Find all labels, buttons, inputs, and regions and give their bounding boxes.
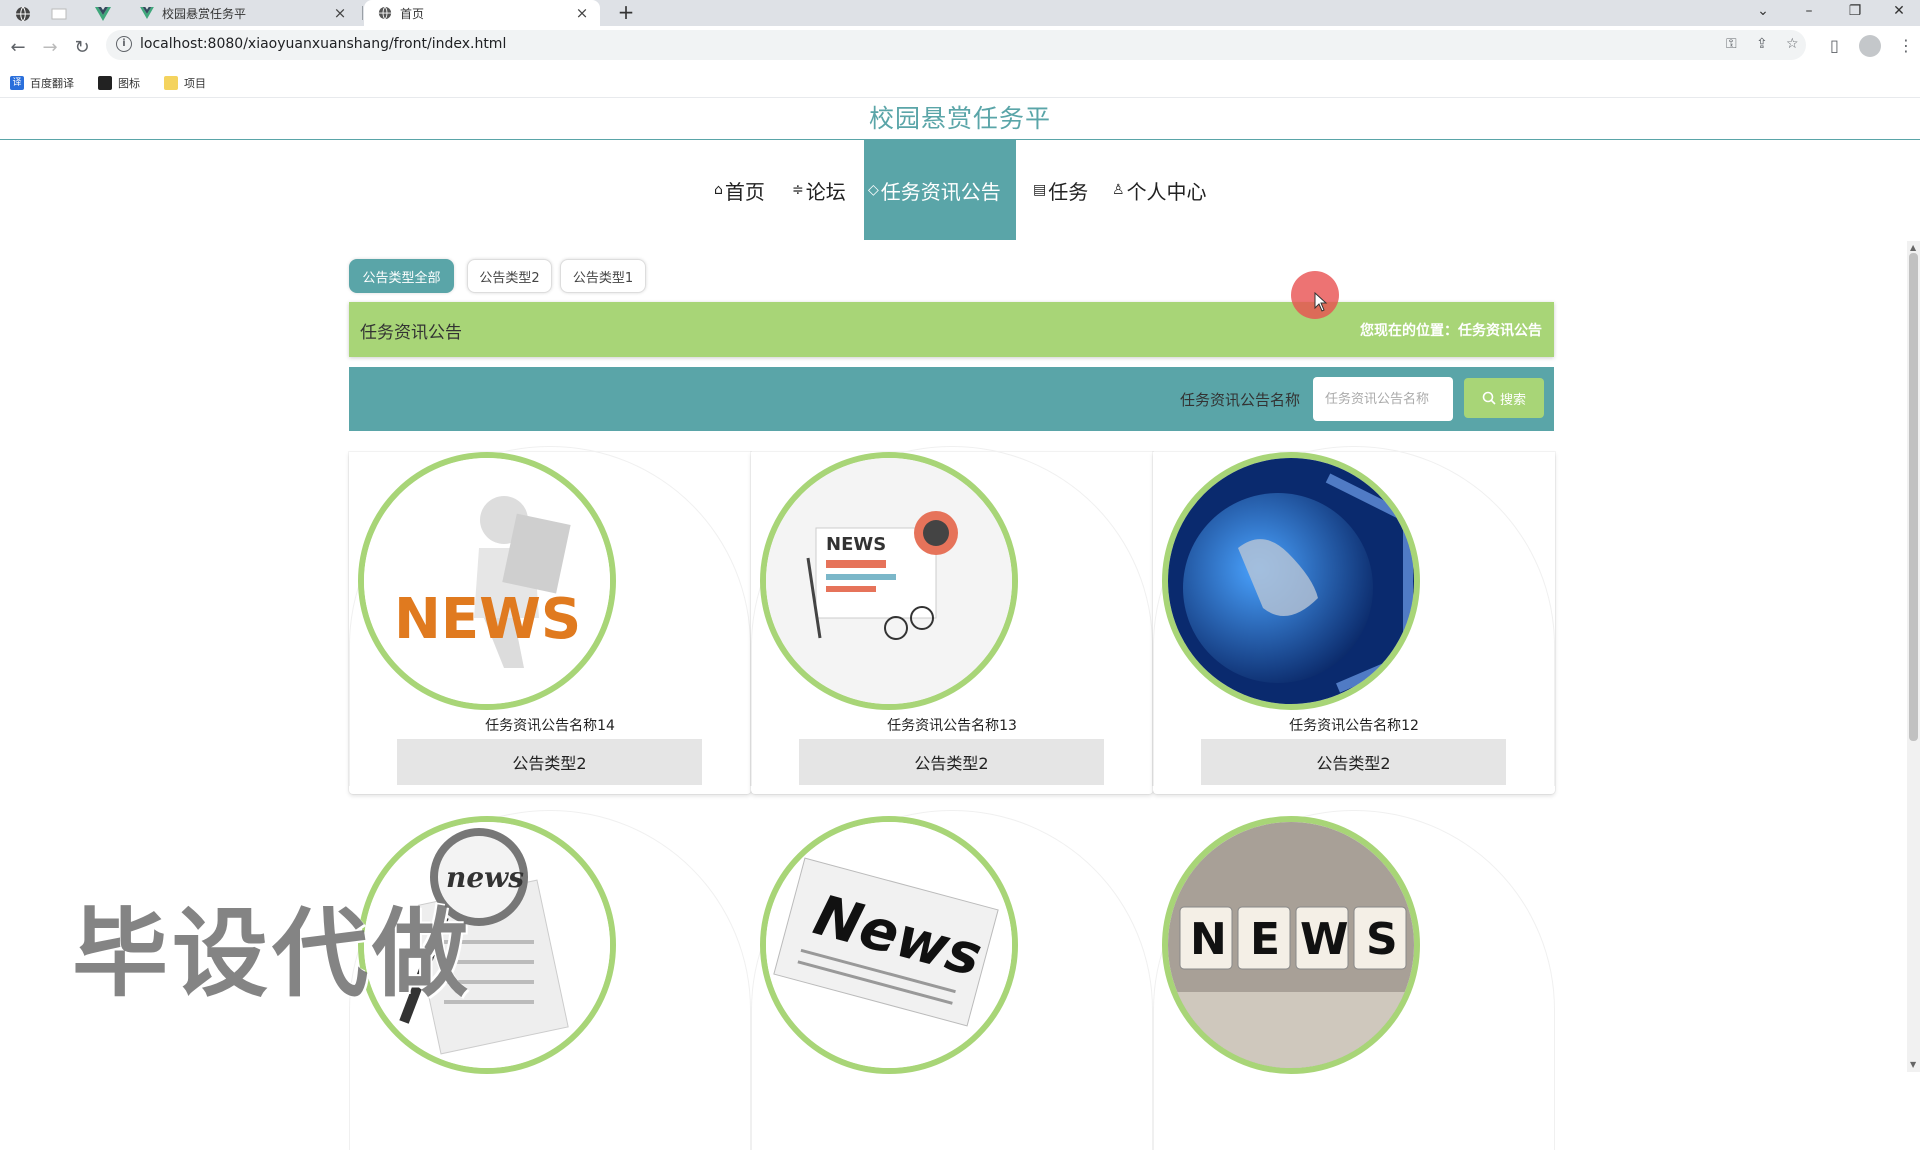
card-name: 任务资讯公告名称14 [485, 718, 615, 734]
filter-type2[interactable]: 公告类型2 [467, 259, 552, 293]
card-name: 任务资讯公告名称12 [1289, 718, 1419, 734]
reload-icon[interactable]: ↻ [68, 34, 96, 62]
profile-avatar[interactable] [1859, 35, 1881, 57]
main-nav: ⌂ 首页 ≑ 论坛 ◇ 任务资讯公告 ▤ 任务 ♙ 个人中心 [0, 140, 1920, 240]
news-reader-image: NEWS [358, 452, 616, 710]
scroll-up-icon[interactable]: ▲ [1910, 243, 1916, 252]
site-header: 校园悬赏任务平 [0, 99, 1920, 140]
news-cubes-image: NEWS [1162, 816, 1420, 1074]
new-tab-button[interactable]: + [614, 1, 638, 25]
nav-label: 首页 [724, 179, 765, 204]
section-header: 任务资讯公告 您现在的位置：任务资讯公告 [349, 302, 1554, 357]
nav-label: 论坛 [805, 179, 846, 204]
user-icon: ♙ [1112, 182, 1125, 198]
tab-campus[interactable]: 校园悬赏任务平 × [126, 0, 358, 26]
tab-home[interactable]: 首页 × [364, 0, 600, 26]
globe-icon [378, 6, 392, 20]
search-bar: 任务资讯公告名称 搜索 [349, 367, 1554, 431]
close-icon[interactable]: × [574, 4, 590, 22]
image-icon [98, 76, 112, 90]
vue-icon [140, 7, 154, 19]
folder-icon [164, 76, 178, 90]
bookmark-label: 百度翻译 [30, 77, 74, 90]
card-type: 公告类型2 [1201, 739, 1506, 785]
menu-icon[interactable]: ⋮ [1898, 36, 1914, 55]
nav-item-forum[interactable]: ≑ 论坛 [788, 140, 850, 240]
page-scrollbar[interactable]: ▲ ▼ [1907, 241, 1920, 1072]
news-card[interactable]: NEWS 任务资讯公告名称14 公告类型2 [349, 446, 751, 794]
scroll-thumb[interactable] [1909, 253, 1918, 741]
nav-item-home[interactable]: ⌂ 首页 [710, 140, 769, 240]
site-title: 校园悬赏任务平 [868, 104, 1051, 133]
nav-label: 任务 [1048, 179, 1089, 204]
news-card[interactable]: News [751, 810, 1153, 1150]
nav-label: 个人中心 [1126, 179, 1207, 204]
close-icon[interactable]: × [332, 4, 348, 22]
news-card[interactable]: NEWS 任务资讯公告名称13 公告类型2 [751, 446, 1153, 794]
nav-item-announcements[interactable]: ◇ 任务资讯公告 [864, 140, 1016, 240]
share-icon[interactable]: ⇪ [1756, 36, 1768, 52]
svg-text:NEWS: NEWS [826, 534, 886, 555]
news-headline-image: News [760, 816, 1018, 1074]
card-name: 任务资讯公告名称13 [887, 718, 1017, 734]
bookmark-icons[interactable]: 图标 [98, 75, 140, 91]
bookmark-label: 项目 [184, 77, 206, 90]
bookmarks-bar: 译 百度翻译 图标 项目 [0, 70, 1920, 98]
tab-title: 首页 [400, 6, 425, 21]
svg-text:W: W [1300, 914, 1349, 965]
bookmark-baidu-translate[interactable]: 译 百度翻译 [10, 75, 74, 91]
section-title: 任务资讯公告 [360, 323, 462, 343]
svg-text:E: E [1250, 914, 1280, 965]
star-icon[interactable]: ☆ [1786, 36, 1799, 52]
svg-text:NEWS: NEWS [394, 587, 581, 652]
news-card[interactable]: NEWS [1153, 810, 1555, 1150]
filter-all[interactable]: 公告类型全部 [349, 259, 454, 293]
translate-icon: 译 [10, 76, 24, 90]
bookmark-project[interactable]: 项目 [164, 75, 206, 91]
url-text[interactable]: localhost:8080/xiaoyuanxuanshang/front/i… [140, 36, 506, 52]
bookmark-label: 图标 [118, 77, 140, 90]
document-icon: ▤ [1033, 182, 1047, 198]
search-label: 任务资讯公告名称 [1179, 391, 1300, 409]
browser-toolbar: ← → ↻ i localhost:8080/xiaoyuanxuanshang… [0, 26, 1920, 70]
close-window-icon[interactable]: ✕ [1876, 0, 1920, 24]
card-type: 公告类型2 [397, 739, 702, 785]
watermark-text: 毕设代做 [72, 898, 472, 1010]
svg-text:N: N [1190, 914, 1227, 965]
tab-separator [362, 6, 363, 20]
nav-item-tasks[interactable]: ▤ 任务 [1029, 140, 1092, 240]
restore-icon[interactable]: ❐ [1832, 0, 1878, 24]
search-input[interactable] [1313, 377, 1453, 421]
key-icon[interactable]: ⚿ [1726, 36, 1737, 52]
mouse-cursor-icon [1314, 291, 1328, 317]
nav-label: 任务资讯公告 [880, 179, 1001, 204]
forward-icon[interactable]: → [36, 34, 64, 62]
globe-tab-icon[interactable] [12, 2, 34, 26]
sidebar-toggle-icon[interactable]: ▯ [1830, 36, 1839, 55]
filter-type1[interactable]: 公告类型1 [560, 259, 646, 293]
address-bar[interactable]: i localhost:8080/xiaoyuanxuanshang/front… [106, 30, 1806, 60]
browser-tab-bar: 校园悬赏任务平 × 首页 × + ⌄ – ❐ ✕ [0, 0, 1920, 26]
search-icon [1482, 391, 1496, 405]
news-card[interactable]: 任务资讯公告名称12 公告类型2 [1153, 446, 1555, 794]
search-button[interactable]: 搜索 [1464, 378, 1544, 418]
scroll-down-icon[interactable]: ▼ [1910, 1060, 1916, 1069]
minimize-icon[interactable]: – [1786, 0, 1832, 24]
tab-title: 校园悬赏任务平 [162, 6, 247, 21]
svg-text:S: S [1366, 914, 1398, 965]
forum-icon: ≑ [792, 182, 804, 198]
news-paper-image: NEWS [760, 452, 1018, 710]
breadcrumb: 您现在的位置：任务资讯公告 [1360, 323, 1542, 339]
globe-broadcast-image [1162, 452, 1420, 710]
card-type: 公告类型2 [799, 739, 1104, 785]
chevron-down-icon[interactable]: ⌄ [1740, 0, 1786, 24]
search-button-label: 搜索 [1499, 392, 1526, 408]
info-icon[interactable]: i [116, 36, 132, 52]
nav-item-profile[interactable]: ♙ 个人中心 [1108, 140, 1211, 240]
home-icon: ⌂ [714, 182, 723, 198]
blank-tab-icon[interactable] [48, 2, 70, 26]
vue-tab-icon[interactable] [92, 2, 114, 26]
back-icon[interactable]: ← [4, 34, 32, 62]
tag-icon: ◇ [868, 182, 879, 198]
